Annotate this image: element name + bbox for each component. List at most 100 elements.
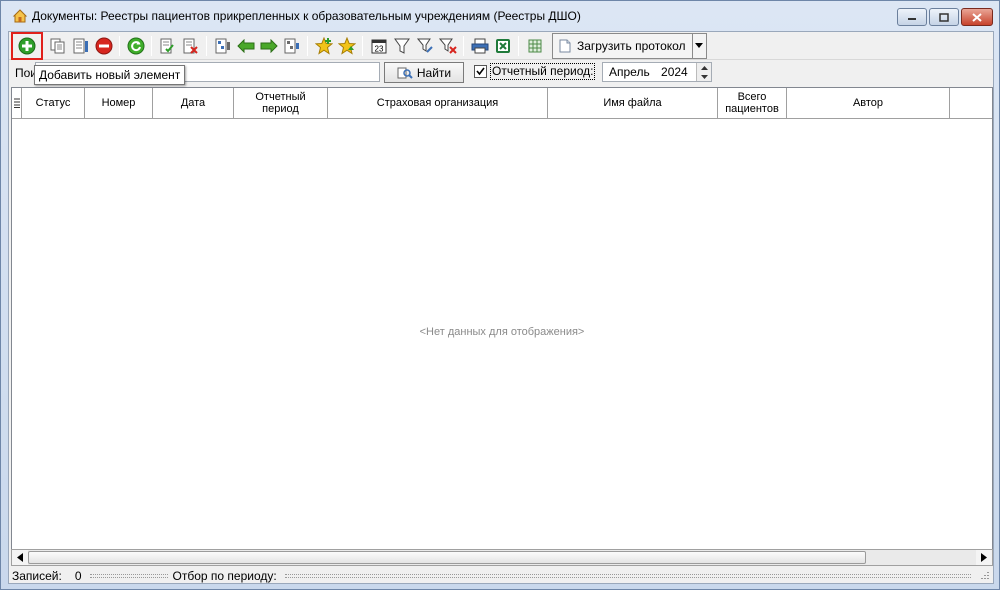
column-chooser-icon: [13, 98, 20, 108]
scroll-track[interactable]: [28, 550, 976, 565]
records-count: 0: [74, 568, 82, 583]
unpost-button[interactable]: [179, 34, 202, 58]
client-area: 23 Загрузить протокол Пои Найти Отчетный…: [8, 31, 994, 584]
grid-body[interactable]: <Нет данных для отображения>: [12, 119, 992, 550]
toolbar-separator: [362, 35, 363, 56]
close-button[interactable]: [961, 8, 993, 26]
add-favorite-button[interactable]: [312, 34, 335, 58]
column-header[interactable]: Страховая организация: [328, 88, 548, 118]
printer-icon: [471, 38, 488, 53]
arrow-right-icon: [981, 553, 987, 562]
load-protocol-dropdown[interactable]: [692, 32, 707, 59]
arrow-right-icon: [260, 38, 278, 53]
column-chooser-button[interactable]: [12, 88, 22, 118]
filter-edit-icon: [416, 38, 433, 53]
filter-button[interactable]: [390, 34, 413, 58]
scroll-thumb[interactable]: [28, 551, 866, 564]
minimize-icon: [908, 18, 916, 20]
filter-edit-button[interactable]: [413, 34, 436, 58]
hierarchy-icon: [215, 38, 230, 53]
tree-doc-icon: [284, 38, 299, 53]
load-protocol-button[interactable]: Загрузить протокол: [552, 32, 693, 59]
status-separator: [284, 573, 971, 578]
chevron-up-icon: [700, 65, 708, 70]
edit-button[interactable]: [69, 34, 92, 58]
column-header[interactable]: Номер: [85, 88, 153, 118]
svg-text:23: 23: [374, 44, 383, 53]
forward-button[interactable]: [257, 34, 280, 58]
checkmark-icon: [476, 67, 485, 76]
chevron-down-icon: [700, 74, 708, 79]
add-tooltip: Добавить новый элемент: [34, 65, 186, 85]
arrow-left-icon: [236, 38, 254, 53]
period-spinner[interactable]: Апрель 2024: [602, 62, 712, 82]
period-spin-buttons: [696, 63, 711, 81]
column-header[interactable]: Отчетный период: [234, 88, 328, 118]
resize-grip-icon[interactable]: [979, 571, 989, 581]
favorites-button[interactable]: [335, 34, 358, 58]
find-icon: [397, 67, 413, 79]
column-header[interactable]: Статус: [22, 88, 85, 118]
delete-button[interactable]: [92, 34, 115, 58]
calendar-button[interactable]: 23: [367, 34, 390, 58]
excel-icon: [495, 38, 510, 53]
excel-button[interactable]: [491, 34, 514, 58]
minimize-button[interactable]: [897, 8, 927, 26]
copy-button[interactable]: [46, 34, 69, 58]
horizontal-scrollbar[interactable]: [11, 549, 993, 566]
calendar-icon: 23: [371, 39, 386, 53]
status-separator: [89, 573, 168, 578]
main-window: Документы: Реестры пациентов прикрепленн…: [0, 0, 1000, 590]
period-label[interactable]: Отчетный период:: [490, 63, 596, 80]
toolbar-separator: [119, 35, 120, 56]
column-header-filler: [950, 88, 992, 118]
grid-header: Статус Номер Дата Отчетный период Страхо…: [12, 88, 992, 119]
toolbar-separator: [518, 35, 519, 56]
period-value: Апрель 2024: [609, 65, 688, 79]
home-icon: [12, 9, 28, 23]
toolbar-separator: [307, 35, 308, 56]
toolbar-separator: [206, 35, 207, 56]
scroll-left-button[interactable]: [12, 550, 28, 565]
data-grid: Статус Номер Дата Отчетный период Страхо…: [11, 87, 993, 551]
back-button[interactable]: [234, 34, 257, 58]
maximize-button[interactable]: [929, 8, 959, 26]
title-bar[interactable]: Документы: Реестры пациентов прикрепленн…: [1, 1, 999, 31]
add-button[interactable]: [11, 31, 43, 60]
column-header[interactable]: Имя файла: [548, 88, 718, 118]
level-button[interactable]: [280, 34, 303, 58]
delete-icon: [95, 37, 112, 54]
load-protocol-label: Загрузить протокол: [577, 38, 686, 53]
spin-up-button[interactable]: [697, 63, 711, 72]
column-header[interactable]: Всего пациентов: [718, 88, 787, 118]
table-icon: [528, 39, 541, 52]
post-button[interactable]: [156, 34, 179, 58]
print-button[interactable]: [468, 34, 491, 58]
refresh-button[interactable]: [124, 34, 147, 58]
document-icon: [559, 39, 571, 52]
period-checkbox[interactable]: [474, 65, 487, 78]
window-title: Документы: Реестры пациентов прикрепленн…: [32, 9, 581, 23]
refresh-icon: [127, 37, 144, 54]
star-add-icon: [314, 36, 333, 55]
find-button[interactable]: Найти: [384, 62, 464, 83]
filter-label: Отбор по периоду:: [172, 568, 277, 583]
chevron-down-icon: [695, 43, 704, 48]
toolbar-separator: [463, 35, 464, 56]
filter-icon: [393, 38, 410, 54]
toolbar-separator: [151, 35, 152, 56]
star-down-icon: [337, 36, 356, 55]
filter-clear-button[interactable]: [436, 34, 459, 58]
scroll-right-button[interactable]: [976, 550, 992, 565]
column-header[interactable]: Автор: [787, 88, 950, 118]
spin-down-button[interactable]: [697, 72, 711, 81]
empty-message: <Нет данных для отображения>: [419, 326, 585, 338]
find-button-label: Найти: [416, 65, 452, 80]
unpost-doc-icon: [183, 38, 198, 54]
table-settings-button[interactable]: [523, 34, 546, 58]
hierarchy-button[interactable]: [211, 34, 234, 58]
maximize-icon: [939, 12, 949, 22]
toolbar: 23 Загрузить протокол: [9, 31, 993, 60]
copy-icon: [50, 38, 64, 53]
column-header[interactable]: Дата: [153, 88, 234, 118]
